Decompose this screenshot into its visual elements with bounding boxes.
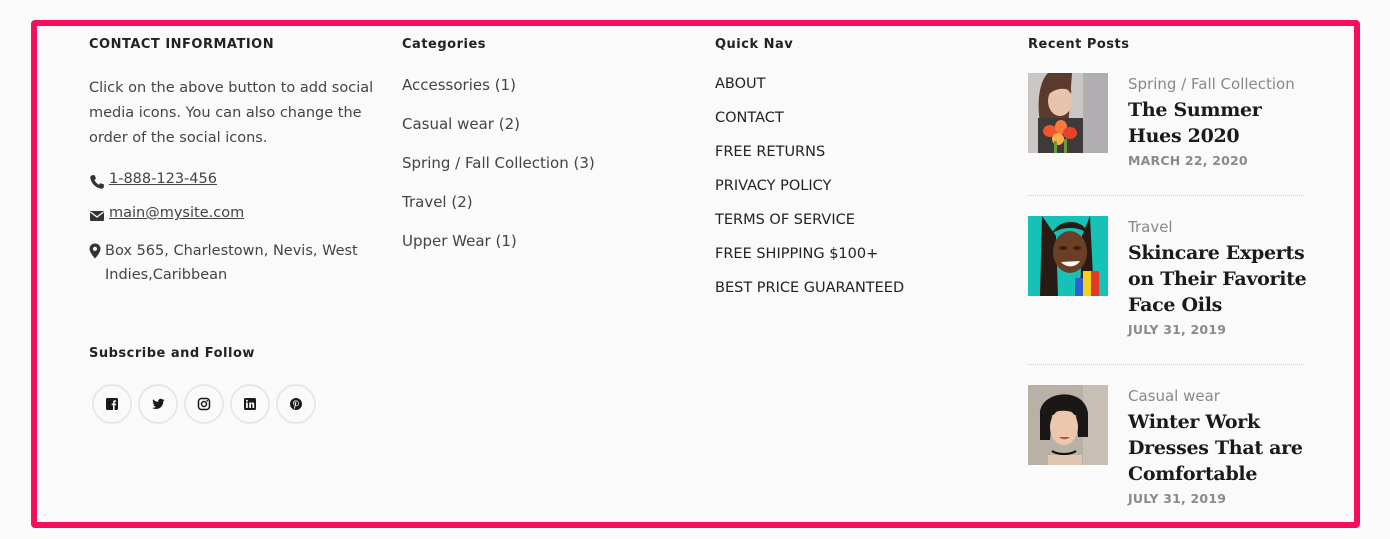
nav-link-contact[interactable]: CONTACT xyxy=(715,110,784,126)
social-icons xyxy=(92,384,316,424)
list-item: ABOUT xyxy=(715,76,904,110)
list-item: FREE RETURNS xyxy=(715,144,904,178)
map-marker-icon xyxy=(89,243,101,259)
contact-about-text: Click on the above button to add social … xyxy=(89,80,374,146)
post-divider xyxy=(1028,195,1304,196)
contact-heading: CONTACT INFORMATION xyxy=(89,37,275,52)
post-body: Spring / Fall Collection The Summer Hues… xyxy=(1128,73,1308,168)
nav-link-about[interactable]: ABOUT xyxy=(715,76,766,92)
post-category[interactable]: Spring / Fall Collection xyxy=(1128,73,1308,95)
list-item: Upper Wear (1) xyxy=(402,232,595,271)
post-body: Casual wear Winter Work Dresses That are… xyxy=(1128,385,1308,506)
post-date: MARCH 22, 2020 xyxy=(1128,153,1248,168)
pinterest-button[interactable] xyxy=(276,384,316,424)
email-row: main@mysite.com xyxy=(89,205,244,224)
instagram-icon xyxy=(197,397,211,411)
quick-nav-heading: Quick Nav xyxy=(715,37,794,52)
post-thumbnail[interactable] xyxy=(1028,216,1108,296)
list-item: PRIVACY POLICY xyxy=(715,178,904,212)
category-list: Accessories (1) Casual wear (2) Spring /… xyxy=(402,76,595,271)
linkedin-button[interactable] xyxy=(230,384,270,424)
post-date: JULY 31, 2019 xyxy=(1128,322,1227,337)
envelope-icon xyxy=(90,211,104,221)
post-title[interactable]: Winter Work Dresses That are Comfortable xyxy=(1128,409,1308,487)
address-text: Box 565, Charlestown, Nevis, West Indies… xyxy=(105,243,358,283)
category-link-casual-wear[interactable]: Casual wear (2) xyxy=(402,115,520,133)
recent-posts-heading: Recent Posts xyxy=(1028,37,1130,52)
nav-link-free-shipping[interactable]: FREE SHIPPING $100+ xyxy=(715,246,878,262)
facebook-button[interactable] xyxy=(92,384,132,424)
post-category[interactable]: Casual wear xyxy=(1128,385,1308,407)
post-title[interactable]: The Summer Hues 2020 xyxy=(1128,97,1308,149)
post-thumbnail[interactable] xyxy=(1028,73,1108,153)
category-link-upper-wear[interactable]: Upper Wear (1) xyxy=(402,232,517,250)
nav-link-free-returns[interactable]: FREE RETURNS xyxy=(715,144,825,160)
subscribe-heading: Subscribe and Follow xyxy=(89,346,255,361)
category-link-spring-fall[interactable]: Spring / Fall Collection (3) xyxy=(402,154,595,172)
nav-link-best-price[interactable]: BEST PRICE GUARANTEED xyxy=(715,280,904,296)
list-item: Travel (2) xyxy=(402,193,595,232)
facebook-icon xyxy=(106,398,118,410)
list-item: BEST PRICE GUARANTEED xyxy=(715,280,904,314)
footer-widgets: CONTACT INFORMATION Click on the above b… xyxy=(31,20,1360,528)
list-item: CONTACT xyxy=(715,110,904,144)
nav-link-terms[interactable]: TERMS OF SERVICE xyxy=(715,212,855,228)
list-item: Casual wear (2) xyxy=(402,115,595,154)
post-category[interactable]: Travel xyxy=(1128,216,1308,238)
phone-icon xyxy=(90,175,104,189)
post-date: JULY 31, 2019 xyxy=(1128,491,1227,506)
quick-nav-list: ABOUT CONTACT FREE RETURNS PRIVACY POLIC… xyxy=(715,76,904,314)
post-thumbnail[interactable] xyxy=(1028,385,1108,465)
twitter-icon xyxy=(152,398,165,409)
list-item: Spring / Fall Collection (3) xyxy=(402,154,595,193)
post-divider xyxy=(1028,364,1304,365)
phone-link[interactable]: 1-888-123-456 xyxy=(109,171,217,187)
address-row: Box 565, Charlestown, Nevis, West Indies… xyxy=(89,239,379,287)
list-item: Accessories (1) xyxy=(402,76,595,115)
nav-link-privacy-policy[interactable]: PRIVACY POLICY xyxy=(715,178,831,194)
email-link[interactable]: main@mysite.com xyxy=(109,205,244,221)
twitter-button[interactable] xyxy=(138,384,178,424)
post-title[interactable]: Skincare Experts on Their Favorite Face … xyxy=(1128,240,1308,318)
instagram-button[interactable] xyxy=(184,384,224,424)
category-link-travel[interactable]: Travel (2) xyxy=(402,193,473,211)
list-item: TERMS OF SERVICE xyxy=(715,212,904,246)
phone-row: 1-888-123-456 xyxy=(89,171,217,190)
category-link-accessories[interactable]: Accessories (1) xyxy=(402,76,516,94)
list-item: FREE SHIPPING $100+ xyxy=(715,246,904,280)
post-body: Travel Skincare Experts on Their Favorit… xyxy=(1128,216,1308,337)
pinterest-icon xyxy=(290,398,302,410)
linkedin-icon xyxy=(244,398,256,410)
categories-heading: Categories xyxy=(402,37,487,52)
